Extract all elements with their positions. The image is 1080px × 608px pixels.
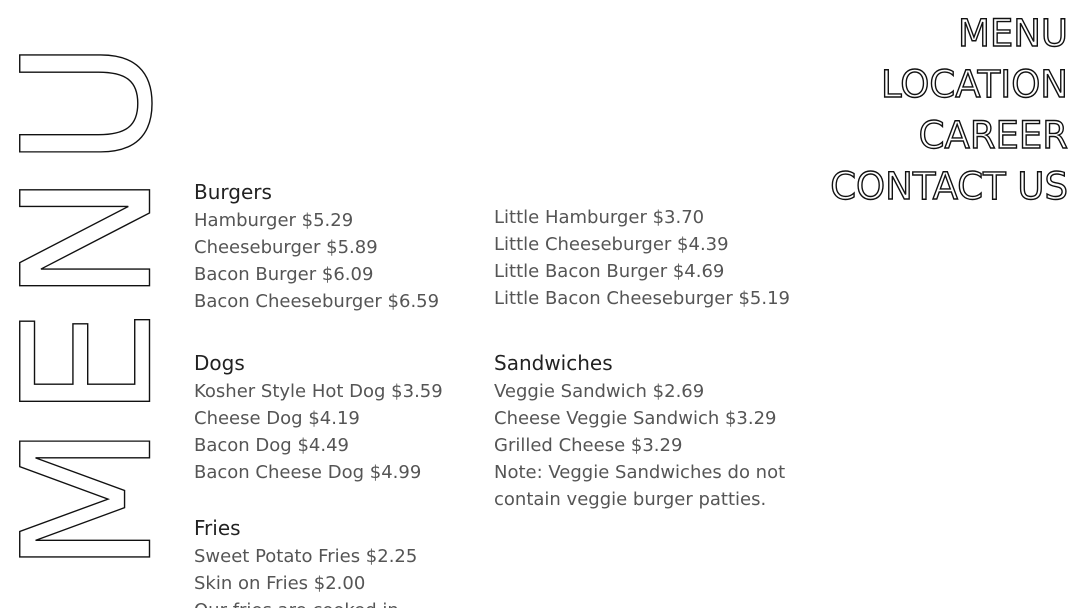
menu-item: Hamburger $5.29 bbox=[194, 210, 354, 231]
fries-section: Fries Sweet Potato Fries $2.25 Skin on F… bbox=[194, 514, 484, 608]
fries-heading: Fries bbox=[194, 516, 241, 540]
main-nav: MENU LOCATION CAREER CONTACT US bbox=[830, 8, 1069, 212]
sandwiches-section: Sandwiches Veggie Sandwich $2.69 Cheese … bbox=[494, 349, 786, 513]
sandwiches-note: Note: Veggie Sandwiches do not contain v… bbox=[494, 462, 786, 510]
menu-item: Little Bacon Cheeseburger $5.19 bbox=[494, 288, 791, 309]
dogs-heading: Dogs bbox=[194, 351, 245, 375]
side-title-text: MENU bbox=[8, 34, 168, 574]
menu-item: Little Cheeseburger $4.39 bbox=[494, 234, 729, 255]
menu-item: Little Bacon Burger $4.69 bbox=[494, 261, 725, 282]
menu-item: Sweet Potato Fries $2.25 bbox=[194, 546, 418, 567]
menu-item: Kosher Style Hot Dog $3.59 bbox=[194, 381, 443, 402]
menu-page: MENU MENU LOCATION CAREER CONTACT US Bur… bbox=[0, 0, 1080, 608]
dogs-section: Dogs Kosher Style Hot Dog $3.59 Cheese D… bbox=[194, 349, 484, 486]
menu-item: Grilled Cheese $3.29 bbox=[494, 435, 683, 456]
menu-item: Bacon Cheeseburger $6.59 bbox=[194, 291, 440, 312]
menu-item: Skin on Fries $2.00 bbox=[194, 573, 366, 594]
sandwiches-heading: Sandwiches bbox=[494, 351, 613, 375]
menu-item: Cheese Dog $4.19 bbox=[194, 408, 360, 429]
little-burgers-section: Little Hamburger $3.70 Little Cheeseburg… bbox=[494, 204, 794, 312]
nav-location-link[interactable]: LOCATION bbox=[830, 59, 1068, 110]
menu-item: Bacon Cheese Dog $4.99 bbox=[194, 462, 422, 483]
menu-item: Veggie Sandwich $2.69 bbox=[494, 381, 705, 402]
burgers-heading: Burgers bbox=[194, 180, 272, 204]
menu-item: Little Hamburger $3.70 bbox=[494, 207, 705, 228]
menu-item: Bacon Burger $6.09 bbox=[194, 264, 374, 285]
side-title: MENU bbox=[8, 0, 168, 608]
nav-career-link[interactable]: CAREER bbox=[830, 110, 1069, 161]
menu-item: Cheeseburger $5.89 bbox=[194, 237, 378, 258]
menu-item: Bacon Dog $4.49 bbox=[194, 435, 349, 456]
menu-item: Cheese Veggie Sandwich $3.29 bbox=[494, 408, 777, 429]
menu-item: Our fries are cooked in bbox=[194, 597, 484, 608]
side-title-graphic: MENU bbox=[8, 33, 168, 574]
burgers-section: Burgers Hamburger $5.29 Cheeseburger $5.… bbox=[194, 178, 484, 315]
nav-menu-link[interactable]: MENU bbox=[830, 8, 1068, 59]
nav-contact-us-link[interactable]: CONTACT US bbox=[830, 161, 1069, 212]
